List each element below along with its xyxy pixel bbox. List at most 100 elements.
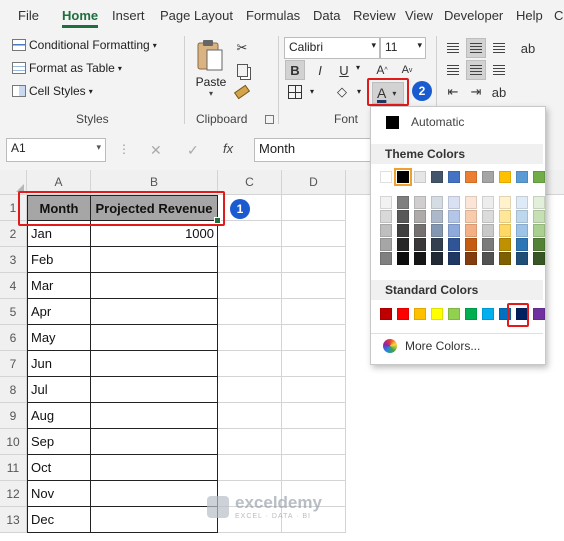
revenue-cell[interactable]	[91, 299, 218, 325]
theme-shade-swatch[interactable]	[499, 224, 511, 237]
theme-shade-swatch[interactable]	[380, 210, 392, 223]
revenue-cell[interactable]	[91, 377, 218, 403]
align-top-icon[interactable]	[443, 38, 463, 58]
revenue-cell[interactable]	[91, 325, 218, 351]
fill-color-icon[interactable]: ◇	[332, 82, 352, 102]
revenue-cell[interactable]	[91, 403, 218, 429]
month-cell[interactable]: Apr	[27, 299, 91, 325]
theme-color-swatch[interactable]	[465, 171, 477, 183]
empty-cell[interactable]	[218, 299, 282, 325]
standard-color-swatch[interactable]	[533, 308, 545, 320]
revenue-cell[interactable]	[91, 455, 218, 481]
theme-shade-swatch[interactable]	[482, 252, 494, 265]
theme-shade-swatch[interactable]	[431, 196, 443, 209]
enter-icon[interactable]: ✓	[187, 142, 199, 159]
automatic-color-option[interactable]: Automatic	[371, 107, 543, 137]
theme-shade-swatch[interactable]	[448, 252, 460, 265]
row-header-4[interactable]: 4	[0, 273, 27, 299]
month-cell[interactable]: Dec	[27, 507, 91, 533]
row-header-7[interactable]: 7	[0, 351, 27, 377]
revenue-cell[interactable]	[91, 481, 218, 507]
empty-cell[interactable]	[218, 377, 282, 403]
theme-shade-swatch[interactable]	[516, 224, 528, 237]
theme-shade-swatch[interactable]	[482, 210, 494, 223]
theme-shade-swatch[interactable]	[482, 224, 494, 237]
revenue-cell[interactable]	[91, 507, 218, 533]
tab-developer[interactable]: Developer	[444, 8, 503, 23]
empty-cell[interactable]	[282, 195, 346, 221]
theme-shade-swatch[interactable]	[499, 252, 511, 265]
theme-shade-swatch[interactable]	[448, 196, 460, 209]
theme-shade-swatch[interactable]	[414, 210, 426, 223]
row-header-9[interactable]: 9	[0, 403, 27, 429]
theme-shade-swatch[interactable]	[499, 210, 511, 223]
tab-home[interactable]: Home	[62, 8, 99, 28]
theme-shade-swatch[interactable]	[397, 252, 409, 265]
row-header-3[interactable]: 3	[0, 247, 27, 273]
align-middle-icon[interactable]	[466, 38, 486, 58]
theme-shade-swatch[interactable]	[533, 224, 545, 237]
theme-shade-swatch[interactable]	[431, 224, 443, 237]
empty-cell[interactable]	[218, 247, 282, 273]
name-box[interactable]: A1 ▾	[6, 138, 106, 162]
standard-color-swatch[interactable]	[431, 308, 443, 320]
empty-cell[interactable]	[282, 221, 346, 247]
theme-color-swatch[interactable]	[533, 171, 545, 183]
empty-cell[interactable]	[218, 455, 282, 481]
month-cell[interactable]: Feb	[27, 247, 91, 273]
tab-data[interactable]: Data	[313, 8, 340, 23]
standard-color-swatch[interactable]	[414, 308, 426, 320]
theme-shade-swatch[interactable]	[448, 224, 460, 237]
month-cell[interactable]: Jul	[27, 377, 91, 403]
empty-cell[interactable]	[218, 325, 282, 351]
empty-cell[interactable]	[282, 351, 346, 377]
month-cell[interactable]: Aug	[27, 403, 91, 429]
theme-shade-swatch[interactable]	[516, 252, 528, 265]
insert-function-icon[interactable]: fx	[223, 141, 233, 156]
theme-shade-swatch[interactable]	[499, 238, 511, 251]
theme-shade-swatch[interactable]	[465, 252, 477, 265]
revenue-cell[interactable]	[91, 351, 218, 377]
italic-button[interactable]: I	[310, 60, 330, 80]
row-header-10[interactable]: 10	[0, 429, 27, 455]
orientation-icon[interactable]: ab	[518, 38, 538, 58]
theme-shade-swatch[interactable]	[380, 196, 392, 209]
tab-page-layout[interactable]: Page Layout	[160, 8, 233, 23]
revenue-cell[interactable]	[91, 247, 218, 273]
empty-cell[interactable]	[282, 247, 346, 273]
cancel-icon[interactable]: ✕	[150, 142, 162, 159]
borders-icon[interactable]	[285, 82, 305, 102]
cut-icon[interactable]: ✂	[232, 38, 252, 58]
standard-color-swatch[interactable]	[448, 308, 460, 320]
theme-shade-swatch[interactable]	[482, 238, 494, 251]
theme-shade-swatch[interactable]	[397, 196, 409, 209]
empty-cell[interactable]	[218, 195, 282, 221]
theme-shade-swatch[interactable]	[516, 196, 528, 209]
theme-shade-swatch[interactable]	[533, 252, 545, 265]
empty-cell[interactable]	[218, 273, 282, 299]
theme-color-swatch[interactable]	[448, 171, 460, 183]
theme-color-swatch[interactable]	[516, 171, 528, 183]
align-right-icon[interactable]	[489, 60, 509, 80]
theme-shade-swatch[interactable]	[431, 210, 443, 223]
increase-indent-icon[interactable]: ⇥	[466, 82, 486, 102]
theme-shade-swatch[interactable]	[465, 224, 477, 237]
standard-color-swatch[interactable]	[380, 308, 392, 320]
clipboard-launcher-icon[interactable]	[265, 115, 274, 124]
empty-cell[interactable]	[282, 429, 346, 455]
format-painter-icon[interactable]	[232, 82, 252, 102]
theme-shade-swatch[interactable]	[380, 252, 392, 265]
theme-shade-swatch[interactable]	[380, 224, 392, 237]
conditional-formatting-button[interactable]: Conditional Formatting ▾	[12, 38, 157, 52]
month-cell[interactable]: Nov	[27, 481, 91, 507]
tab-insert[interactable]: Insert	[112, 8, 145, 23]
theme-shade-swatch[interactable]	[397, 238, 409, 251]
row-header-5[interactable]: 5	[0, 299, 27, 325]
decrease-font-icon[interactable]: Av	[397, 60, 417, 80]
row-header-12[interactable]: 12	[0, 481, 27, 507]
theme-shade-swatch[interactable]	[397, 210, 409, 223]
cell-styles-button[interactable]: Cell Styles ▾	[12, 84, 93, 98]
empty-cell[interactable]	[282, 377, 346, 403]
copy-icon[interactable]	[232, 60, 252, 80]
theme-shade-swatch[interactable]	[448, 238, 460, 251]
